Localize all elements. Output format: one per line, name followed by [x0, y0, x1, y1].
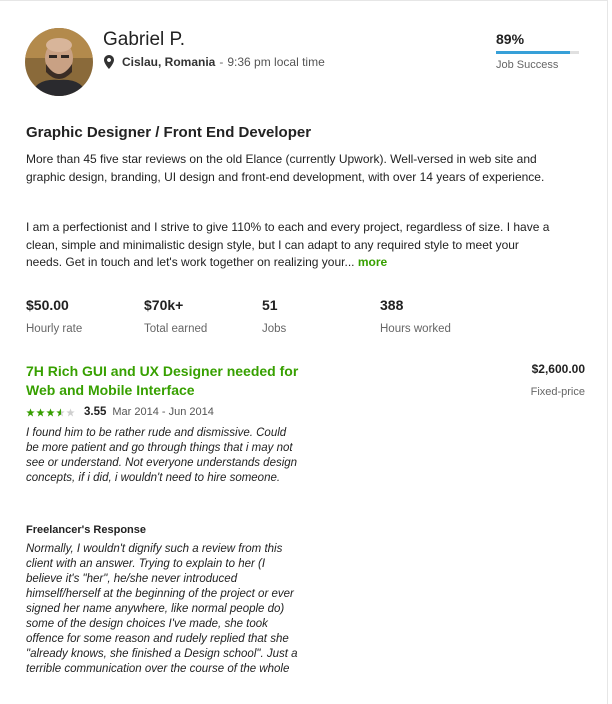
location-line: Cislau, Romania - 9:36 pm local time: [104, 55, 325, 69]
stat-label: Jobs: [262, 323, 287, 335]
star-icon: [46, 407, 55, 416]
freelancer-response: Normally, I wouldn't dignify such a revi…: [26, 543, 298, 675]
job-rating: 3.55 Mar 2014 - Jun 2014: [26, 406, 214, 418]
stat-value: 388: [380, 297, 404, 313]
overview-paragraph-1: More than 45 five star reviews on the ol…: [26, 152, 545, 184]
map-pin-icon: [104, 55, 114, 69]
job-success: 89% Job Success: [496, 31, 586, 71]
overview-paragraph-2: I am a perfectionist and I strive to giv…: [26, 219, 556, 272]
overview-paragraph-2-text: I am a perfectionist and I strive to giv…: [26, 220, 550, 269]
job-success-label: Job Success: [496, 59, 559, 71]
more-link[interactable]: more: [358, 255, 387, 269]
job-success-bar: [496, 51, 579, 54]
stat-total-earned: $70k+ Total earned: [144, 297, 207, 335]
stat-value: $50.00: [26, 297, 69, 313]
star-icon: [66, 407, 75, 416]
job-price-type: Fixed-price: [530, 386, 585, 398]
job-dates: Mar 2014 - Jun 2014: [112, 406, 214, 418]
stat-hours-worked: 388 Hours worked: [380, 297, 451, 335]
star-icon: [56, 407, 65, 416]
rating-stars: [26, 407, 76, 417]
local-time: 9:36 pm local time: [227, 55, 325, 69]
job-success-percent: 89%: [496, 31, 525, 47]
job-price: $2,600.00 Fixed-price: [531, 362, 585, 398]
location-text: Cislau, Romania: [122, 55, 216, 69]
freelancer-response-heading: Freelancer's Response: [26, 524, 147, 536]
profile-card: Gabriel P. Cislau, Romania - 9:36 pm loc…: [0, 0, 608, 704]
stat-label: Hours worked: [380, 323, 451, 335]
stat-value: $70k+: [144, 297, 184, 313]
job-success-bar-fill: [496, 51, 570, 54]
stat-label: Hourly rate: [26, 323, 83, 335]
client-review: I found him to be rather rude and dismis…: [26, 427, 298, 484]
profile-title: Graphic Designer / Front End Developer: [26, 124, 312, 141]
job-title-link[interactable]: 7H Rich GUI and UX Designer needed for W…: [26, 362, 326, 400]
star-icon: [36, 407, 45, 416]
star-icon: [26, 407, 35, 416]
freelancer-name: Gabriel P.: [103, 29, 186, 50]
rating-score: 3.55: [84, 406, 107, 418]
stat-value: 51: [262, 297, 278, 313]
job-amount: $2,600.00: [531, 362, 585, 376]
avatar[interactable]: [25, 28, 93, 96]
stat-hourly-rate: $50.00 Hourly rate: [26, 297, 82, 335]
stat-label: Total earned: [144, 323, 208, 335]
location-separator: -: [219, 55, 224, 69]
stat-jobs: 51 Jobs: [262, 297, 286, 335]
